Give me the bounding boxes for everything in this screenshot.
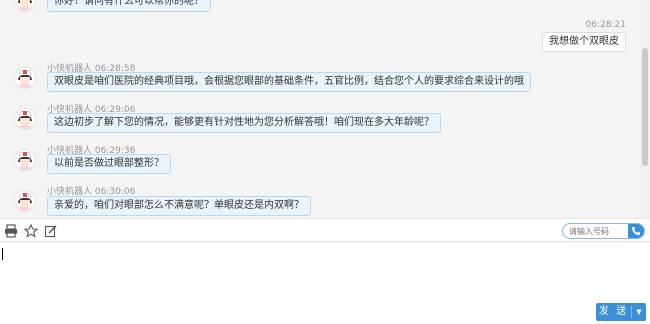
send-button-group: 发 送 ▼ (596, 303, 646, 321)
user-message-bubble: 我想做个双眼皮 (542, 32, 626, 52)
edit-icon[interactable] (44, 224, 58, 238)
bot-avatar (14, 190, 36, 212)
star-icon[interactable] (23, 223, 39, 238)
bot-message-bubble: 你好！请问有什么可以帮你的呢？ (47, 0, 211, 12)
composer-toolbar (0, 218, 650, 242)
message-editor[interactable]: 发 送 ▼ (0, 243, 650, 324)
bot-message-bubble: 以前是否做过眼部整形？ (47, 154, 171, 174)
phone-number-box (562, 223, 645, 239)
scrollbar-thumb[interactable] (642, 48, 648, 166)
bot-message-bubble: 双眼皮是咱们医院的经典项目哦，会根据您眼部的基础条件，五官比例，结合您个人的要求… (47, 72, 531, 92)
bot-avatar (14, 149, 36, 171)
phone-number-input[interactable] (569, 225, 629, 237)
caret-down-icon[interactable]: ▼ (632, 303, 646, 321)
phone-icon[interactable] (628, 224, 644, 238)
print-icon[interactable] (4, 224, 18, 238)
bot-message-bubble: 这边初步了解下您的情况，能够更有针对性地为您分析解答哦！咱们现在多大年龄呢？ (47, 113, 441, 133)
chat-scrollbar[interactable] (640, 0, 650, 218)
bot-avatar (14, 67, 36, 89)
message-timestamp: 06:28:21 (585, 20, 626, 30)
chat-history: 你好！请问有什么可以帮你的呢？ 06:28:21 我想做个双眼皮 小快机器人 0… (0, 0, 640, 218)
bot-message-bubble: 亲爱的，咱们对眼部怎么不满意呢？单眼皮还是内双啊？ (47, 196, 311, 216)
bot-avatar (14, 0, 36, 12)
bot-avatar (14, 108, 36, 130)
send-button[interactable]: 发 送 (596, 303, 631, 321)
text-caret (2, 248, 3, 260)
